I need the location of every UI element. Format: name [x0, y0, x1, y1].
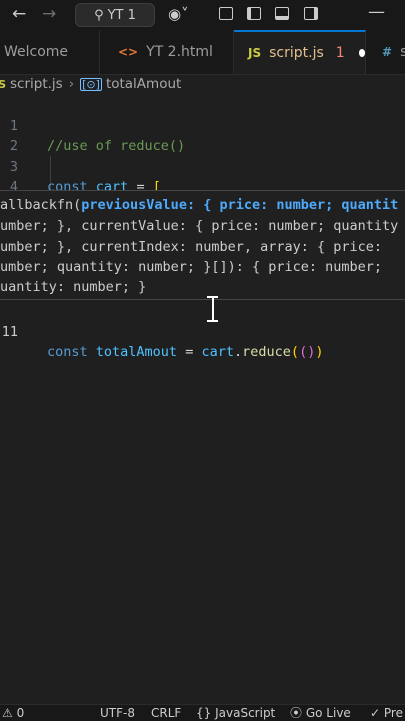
- editor-tabs: Welcome <> YT 2.html JS script.js 1 # s: [0, 30, 405, 75]
- prettier-label: Pre: [383, 706, 403, 720]
- tab-welcome[interactable]: Welcome: [0, 30, 100, 74]
- code-line-current[interactable]: 11 const totalAmout = cart.reduce(()): [0, 302, 405, 360]
- minimize-icon[interactable]: —: [368, 2, 385, 22]
- breadcrumb-symbol[interactable]: totalAmout: [106, 76, 181, 92]
- back-arrow-icon[interactable]: ←: [12, 4, 26, 24]
- breadcrumb-file[interactable]: script.js: [10, 76, 63, 92]
- prettier-status[interactable]: ✓ Pre: [370, 706, 403, 720]
- layout-icon[interactable]: [219, 7, 233, 20]
- panel-bottom-icon[interactable]: [275, 7, 289, 20]
- signature-line: allbackfn(previousValue: { price: number…: [0, 197, 399, 213]
- eol-status[interactable]: CRLF: [151, 706, 181, 720]
- line-number: 11: [1, 324, 18, 340]
- variable-icon: [⊙]: [80, 77, 102, 91]
- code-line[interactable]: 2: [0, 116, 405, 154]
- tab-stylesheet[interactable]: # s: [366, 30, 405, 74]
- search-label: YT 1: [107, 7, 136, 23]
- tab-label: Welcome: [4, 44, 69, 60]
- go-live-label: Go Live: [305, 706, 351, 720]
- tab-yt2-html[interactable]: <> YT 2.html: [100, 30, 234, 74]
- text-cursor-icon: [207, 296, 218, 322]
- js-file-icon: JS: [0, 77, 7, 91]
- warning-icon: ⚠: [2, 706, 13, 720]
- language-status[interactable]: {} JavaScript: [196, 706, 275, 720]
- line-text: const totalAmout = cart.reduce(()): [47, 344, 324, 360]
- signature-line: umber; }, currentValue: { price: number;…: [0, 218, 399, 234]
- double-check-icon: ✓: [370, 706, 381, 720]
- encoding-status[interactable]: UTF-8: [100, 706, 135, 720]
- sidebar-right-icon[interactable]: [304, 7, 318, 20]
- tab-script-js[interactable]: JS script.js 1: [234, 30, 366, 74]
- html-file-icon: <>: [118, 45, 139, 59]
- code-editor[interactable]: 1 //use of reduce() 2 3 const cart = [ 4…: [0, 94, 405, 704]
- forward-arrow-icon[interactable]: →: [42, 4, 56, 24]
- braces-icon: {}: [196, 706, 212, 720]
- code-line[interactable]: 1 //use of reduce(): [0, 96, 405, 154]
- copilot-icon[interactable]: ◉˅: [168, 4, 189, 24]
- language-label: JavaScript: [215, 706, 276, 720]
- unsaved-dot-icon[interactable]: [358, 49, 365, 57]
- signature-line: umber; quantity: number; }[]): { price: …: [0, 259, 383, 275]
- warnings-count: 0: [16, 706, 25, 720]
- broadcast-icon: ⦿: [290, 706, 303, 720]
- tab-label: script.js: [269, 45, 324, 61]
- problems-count: 1: [335, 45, 345, 61]
- status-bar: ⚠ 0 UTF-8 CRLF {} JavaScript ⦿ Go Live ✓…: [0, 704, 405, 721]
- css-file-icon: #: [382, 45, 393, 59]
- signature-line: umber; }, currentIndex: number, array: {…: [0, 239, 383, 255]
- breadcrumb: JS script.js › [⊙] totalAmout: [0, 74, 405, 94]
- sidebar-left-icon[interactable]: [247, 7, 261, 20]
- signature-line: uantity: number; }: [0, 279, 147, 295]
- signature-help-popup: allbackfn(previousValue: { price: number…: [0, 190, 405, 300]
- js-file-icon: JS: [248, 46, 262, 60]
- code-line[interactable]: 4 {price: 50000, quantity: 1},: [0, 157, 405, 215]
- command-center-search[interactable]: ⚲ YT 1: [75, 3, 155, 27]
- code-line[interactable]: 3 const cart = [: [0, 137, 405, 195]
- search-icon: ⚲: [94, 7, 104, 23]
- go-live-button[interactable]: ⦿ Go Live: [290, 706, 351, 720]
- tab-label: YT 2.html: [146, 44, 213, 60]
- warnings-status[interactable]: ⚠ 0: [2, 706, 24, 720]
- chevron-right-icon: ›: [68, 76, 75, 92]
- tab-label: s: [400, 44, 405, 60]
- title-bar: ← → ⚲ YT 1 ◉˅ —: [0, 0, 405, 30]
